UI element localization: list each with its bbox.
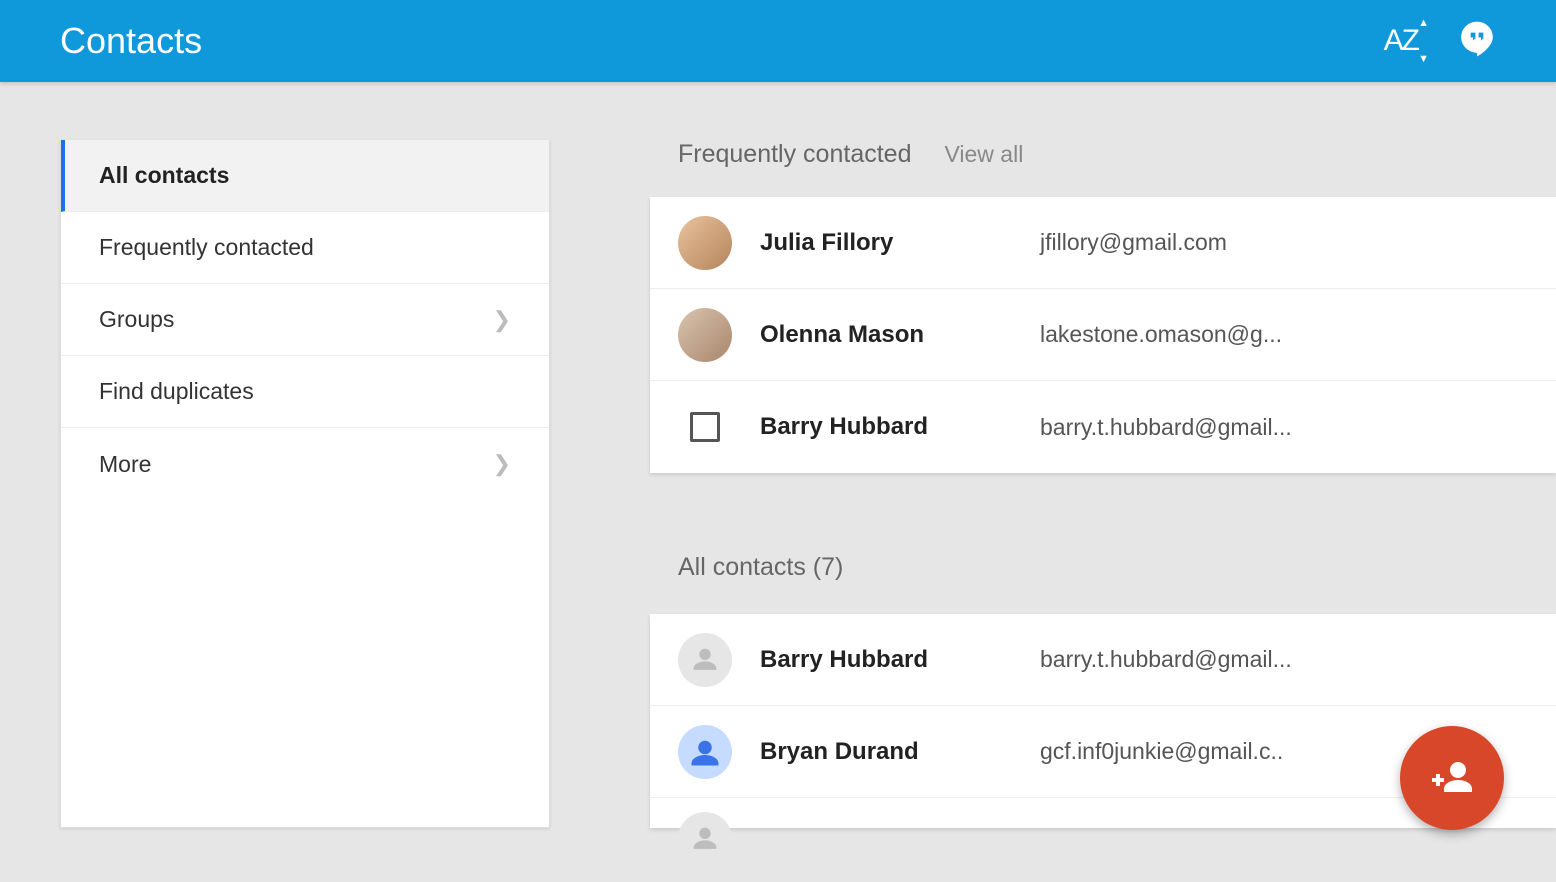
sidebar-item-all-contacts[interactable]: All contacts — [61, 140, 549, 212]
contact-name: Bryan Durand — [760, 738, 1040, 766]
contact-row[interactable]: Julia Fillory jfillory@gmail.com — [650, 197, 1556, 289]
sidebar-item-label: Frequently contacted — [99, 234, 314, 261]
sidebar: All contacts Frequently contacted Groups… — [60, 140, 550, 828]
avatar-placeholder-icon — [678, 633, 732, 687]
header-actions: AZ▲▼ — [1384, 20, 1496, 63]
contact-row[interactable]: Barry Hubbard barry.t.hubbard@gmail... — [650, 614, 1556, 706]
frequent-section-header: Frequently contacted View all — [650, 140, 1556, 197]
sidebar-item-frequently-contacted[interactable]: Frequently contacted — [61, 212, 549, 284]
chevron-right-icon: ❯ — [493, 307, 511, 333]
add-contact-button[interactable] — [1400, 726, 1504, 830]
sort-az-icon[interactable]: AZ▲▼ — [1384, 24, 1418, 58]
sidebar-item-groups[interactable]: Groups ❯ — [61, 284, 549, 356]
frequent-title: Frequently contacted — [678, 140, 911, 169]
contact-row[interactable]: Barry Hubbard barry.t.hubbard@gmail... — [650, 381, 1556, 473]
contact-name: Olenna Mason — [760, 321, 1040, 349]
sidebar-item-label: Groups — [99, 306, 174, 333]
contact-name: Barry Hubbard — [760, 646, 1040, 674]
hangouts-icon[interactable] — [1458, 20, 1496, 63]
contact-row[interactable]: Olenna Mason lakestone.omason@g... — [650, 289, 1556, 381]
avatar-icon — [678, 725, 732, 779]
view-all-link[interactable]: View all — [944, 141, 1023, 168]
avatar-placeholder-icon — [678, 812, 732, 866]
select-checkbox[interactable] — [690, 412, 720, 442]
sidebar-item-label: All contacts — [99, 162, 229, 189]
main-content: Frequently contacted View all Julia Fill… — [650, 140, 1556, 828]
all-contacts-title: All contacts (7) — [650, 553, 1556, 614]
sidebar-item-label: More — [99, 451, 151, 478]
contact-email: lakestone.omason@g... — [1040, 321, 1282, 348]
page-title: Contacts — [60, 20, 202, 62]
contact-name: Julia Fillory — [760, 229, 1040, 257]
frequent-contact-list: Julia Fillory jfillory@gmail.com Olenna … — [650, 197, 1556, 473]
contact-name: Barry Hubbard — [760, 413, 1040, 441]
contact-email: barry.t.hubbard@gmail... — [1040, 414, 1292, 441]
contact-email: jfillory@gmail.com — [1040, 229, 1227, 256]
sidebar-item-more[interactable]: More ❯ — [61, 428, 549, 500]
sidebar-item-label: Find duplicates — [99, 378, 254, 405]
contact-email: barry.t.hubbard@gmail... — [1040, 646, 1292, 673]
avatar — [678, 216, 732, 270]
avatar — [678, 308, 732, 362]
sidebar-item-find-duplicates[interactable]: Find duplicates — [61, 356, 549, 428]
chevron-right-icon: ❯ — [493, 451, 511, 477]
contact-email: gcf.inf0junkie@gmail.c.. — [1040, 738, 1283, 765]
app-header: Contacts AZ▲▼ — [0, 0, 1556, 82]
